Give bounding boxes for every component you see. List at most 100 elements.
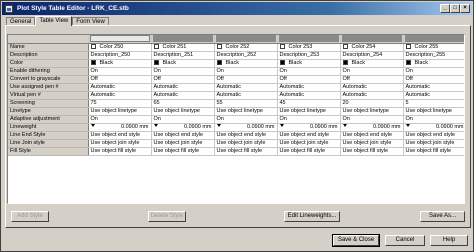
cell-line-end[interactable]: Use object end style <box>403 131 464 140</box>
cell-grayscale[interactable]: Off <box>403 75 464 84</box>
edit-lineweights-button[interactable]: Edit Lineweights... <box>284 211 340 222</box>
cell-virtual-pen[interactable]: Automatic <box>214 91 278 100</box>
cell-lineweight[interactable]: 0.0900 mm <box>88 123 152 132</box>
cell-fill[interactable]: Use object fill style <box>151 147 215 156</box>
cell-screening[interactable]: 20 <box>340 99 404 108</box>
cell-assigned-pen[interactable]: Automatic <box>277 83 341 92</box>
cell-linetype[interactable]: Use object linetype <box>403 107 464 116</box>
column-header[interactable] <box>403 35 464 44</box>
cell-adaptive[interactable]: On <box>403 115 464 124</box>
cell-line-join[interactable]: Use object join style <box>277 139 341 148</box>
cell-name[interactable]: Color 252 <box>214 43 278 52</box>
cell-color[interactable]: Black <box>340 59 404 68</box>
dropdown-arrow-icon[interactable] <box>153 123 158 127</box>
title-bar[interactable]: Plot Style Table Editor - LRK_CE.stb _ □… <box>2 2 472 15</box>
cell-line-join[interactable]: Use object join style <box>151 139 215 148</box>
column-header[interactable] <box>277 35 341 44</box>
cell-grayscale[interactable]: Off <box>277 75 341 84</box>
column-header[interactable] <box>151 35 215 44</box>
cell-color[interactable]: Black <box>277 59 341 68</box>
cell-line-end[interactable]: Use object end style <box>340 131 404 140</box>
cell-dithering[interactable]: On <box>403 67 464 76</box>
style-table-grid[interactable]: Name Color 250 Color 251 Color 252 Color 253… <box>7 34 465 204</box>
dropdown-arrow-icon[interactable] <box>279 123 284 127</box>
cell-screening[interactable]: 55 <box>214 99 278 108</box>
cell-line-join[interactable]: Use object join style <box>403 139 464 148</box>
cell-color[interactable]: Black <box>151 59 215 68</box>
cell-virtual-pen[interactable]: Automatic <box>277 91 341 100</box>
save-close-button[interactable]: Save & Close <box>332 234 380 247</box>
cell-description[interactable]: Description_251 <box>151 51 215 60</box>
cell-description[interactable]: Description_254 <box>340 51 404 60</box>
cell-description[interactable]: Description_255 <box>403 51 464 60</box>
cell-color[interactable]: Black <box>403 59 464 68</box>
cell-line-join[interactable]: Use object join style <box>340 139 404 148</box>
cell-virtual-pen[interactable]: Automatic <box>88 91 152 100</box>
cell-color[interactable]: Black <box>88 59 152 68</box>
cell-virtual-pen[interactable]: Automatic <box>151 91 215 100</box>
cell-assigned-pen[interactable]: Automatic <box>88 83 152 92</box>
cell-screening[interactable]: 45 <box>277 99 341 108</box>
cell-linetype[interactable]: Use object linetype <box>214 107 278 116</box>
cell-line-end[interactable]: Use object end style <box>151 131 215 140</box>
cell-adaptive[interactable]: On <box>340 115 404 124</box>
dropdown-arrow-icon[interactable] <box>342 123 347 127</box>
cell-name[interactable]: Color 250 <box>88 43 152 52</box>
cell-adaptive[interactable]: On <box>214 115 278 124</box>
cell-linetype[interactable]: Use object linetype <box>277 107 341 116</box>
cell-description[interactable]: Description_250 <box>88 51 152 60</box>
cell-lineweight[interactable]: 0.0900 mm <box>151 123 215 132</box>
cell-line-join[interactable]: Use object join style <box>214 139 278 148</box>
cell-lineweight[interactable]: 0.0900 mm <box>403 123 464 132</box>
cell-description[interactable]: Description_253 <box>277 51 341 60</box>
save-as-button[interactable]: Save As... <box>420 211 465 222</box>
cell-screening[interactable]: 75 <box>88 99 152 108</box>
maximize-button[interactable]: □ <box>450 4 460 13</box>
cell-description[interactable]: Description_252 <box>214 51 278 60</box>
tab-table-view[interactable]: Table View <box>35 16 73 26</box>
cell-grayscale[interactable]: Off <box>151 75 215 84</box>
cell-grayscale[interactable]: Off <box>88 75 152 84</box>
cell-adaptive[interactable]: On <box>277 115 341 124</box>
cell-fill[interactable]: Use object fill style <box>340 147 404 156</box>
cell-assigned-pen[interactable]: Automatic <box>214 83 278 92</box>
cell-fill[interactable]: Use object fill style <box>403 147 464 156</box>
cell-virtual-pen[interactable]: Automatic <box>403 91 464 100</box>
dropdown-arrow-icon[interactable] <box>216 123 221 127</box>
cell-lineweight[interactable]: 0.0900 mm <box>340 123 404 132</box>
cell-name[interactable]: Color 253 <box>277 43 341 52</box>
cell-assigned-pen[interactable]: Automatic <box>151 83 215 92</box>
cell-dithering[interactable]: On <box>340 67 404 76</box>
cell-line-end[interactable]: Use object end style <box>214 131 278 140</box>
cell-lineweight[interactable]: 0.0900 mm <box>277 123 341 132</box>
cell-virtual-pen[interactable]: Automatic <box>340 91 404 100</box>
close-button[interactable]: × <box>460 4 470 13</box>
cell-line-end[interactable]: Use object end style <box>277 131 341 140</box>
cell-name[interactable]: Color 255 <box>403 43 464 52</box>
cell-dithering[interactable]: On <box>88 67 152 76</box>
cell-line-join[interactable]: Use object join style <box>88 139 152 148</box>
cell-grayscale[interactable]: Off <box>340 75 404 84</box>
cell-adaptive[interactable]: On <box>151 115 215 124</box>
minimize-button[interactable]: _ <box>440 4 450 13</box>
delete-style-button[interactable]: Delete Style <box>148 211 186 222</box>
cell-lineweight[interactable]: 0.0900 mm <box>214 123 278 132</box>
cell-dithering[interactable]: On <box>214 67 278 76</box>
column-header[interactable] <box>88 35 152 44</box>
cell-dithering[interactable]: On <box>151 67 215 76</box>
cell-color[interactable]: Black <box>214 59 278 68</box>
add-style-button[interactable]: Add Style <box>11 211 49 222</box>
cell-fill[interactable]: Use object fill style <box>277 147 341 156</box>
column-header[interactable] <box>340 35 404 44</box>
cell-screening[interactable]: 65 <box>151 99 215 108</box>
cell-dithering[interactable]: On <box>277 67 341 76</box>
dropdown-arrow-icon[interactable] <box>90 123 95 127</box>
cell-linetype[interactable]: Use object linetype <box>340 107 404 116</box>
cell-grayscale[interactable]: Off <box>214 75 278 84</box>
cell-name[interactable]: Color 251 <box>151 43 215 52</box>
cell-assigned-pen[interactable]: Automatic <box>340 83 404 92</box>
cell-screening[interactable]: 5 <box>403 99 464 108</box>
cancel-button[interactable]: Cancel <box>385 235 425 246</box>
cell-adaptive[interactable]: On <box>88 115 152 124</box>
cell-fill[interactable]: Use object fill style <box>214 147 278 156</box>
